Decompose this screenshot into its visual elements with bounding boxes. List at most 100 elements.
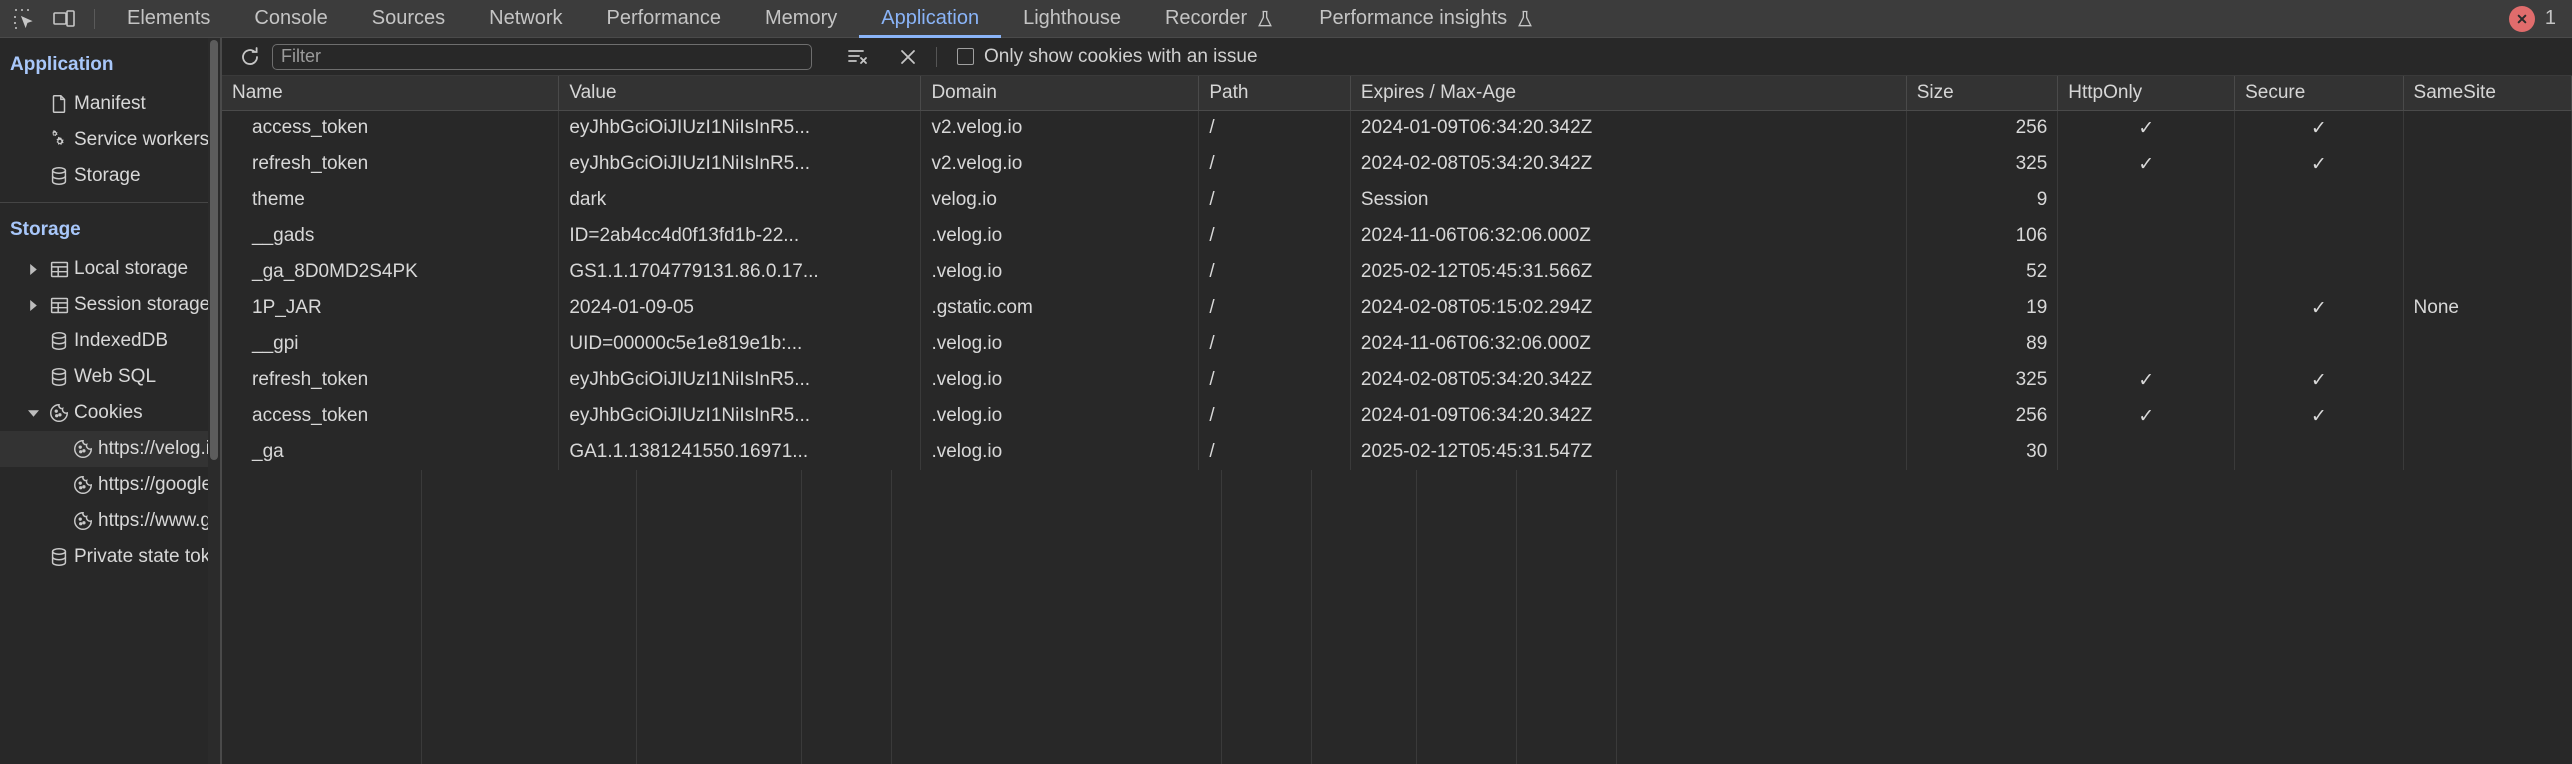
table-row[interactable]: _ga_8D0MD2S4PK GS1.1.1704779131.86.0.17.… — [222, 254, 2572, 290]
cell-expires: Session — [1350, 182, 1907, 218]
table-row[interactable]: theme dark velog.io / Session 9 — [222, 182, 2572, 218]
tab-memory[interactable]: Memory — [743, 0, 859, 38]
database-icon — [44, 330, 74, 352]
filter-input[interactable] — [272, 43, 812, 70]
sidebar-item-cookie-googleads[interactable]: ▶ https://googleads.g. — [0, 467, 220, 503]
cell-httponly — [2057, 434, 2236, 470]
column-header-samesite[interactable]: SameSite — [2403, 76, 2572, 111]
table-row[interactable]: refresh_token eyJhbGciOiJIUzI1NiIsInR5..… — [222, 362, 2572, 398]
sidebar-item-storage[interactable]: ▶ Storage — [0, 158, 220, 194]
cell-secure: ✓ — [2234, 398, 2404, 434]
tab-label: Elements — [127, 7, 211, 29]
cell-httponly: ✓ — [2057, 362, 2236, 398]
sidebar-scrollbar[interactable] — [208, 38, 220, 764]
cell-size: 9 — [1906, 182, 2059, 218]
sidebar-item-web-sql[interactable]: ▶ Web SQL — [0, 359, 220, 395]
column-header-secure[interactable]: Secure — [2234, 76, 2404, 111]
sidebar-item-label: Private state tokens — [74, 546, 220, 567]
sidebar-item-private-state-tokens[interactable]: ▶ Private state tokens — [0, 539, 220, 575]
cell-size: 256 — [1906, 110, 2059, 146]
cell-size: 106 — [1906, 218, 2059, 254]
cell-name: access_token — [222, 110, 560, 146]
clear-filtered-icon[interactable] — [840, 41, 876, 73]
tab-network[interactable]: Network — [467, 0, 584, 38]
table-row[interactable]: _ga GA1.1.1381241550.16971... .velog.io … — [222, 434, 2572, 470]
inspect-element-icon[interactable] — [4, 0, 44, 38]
chevron-down-icon[interactable] — [22, 408, 44, 419]
device-toolbar-icon[interactable] — [44, 0, 84, 38]
sidebar-item-label: https://googleads.g. — [98, 474, 220, 495]
checkbox-box[interactable] — [957, 48, 974, 65]
sidebar-scrollbar-thumb[interactable] — [210, 40, 218, 460]
only-show-issue-cookies-checkbox[interactable]: Only show cookies with an issue — [957, 46, 1258, 68]
tab-console[interactable]: Console — [232, 0, 349, 38]
cell-expires: 2024-01-09T06:34:20.342Z — [1350, 398, 1907, 434]
sidebar-item-session-storage[interactable]: Session storage — [0, 287, 220, 323]
database-icon — [44, 546, 74, 568]
sidebar-section-storage-title: Storage — [10, 219, 81, 240]
cell-name: refresh_token — [222, 146, 560, 182]
only-show-issue-cookies-label: Only show cookies with an issue — [984, 45, 1258, 67]
tabbar-status-area: 1 — [2508, 5, 2572, 32]
sidebar-item-cookie-velog[interactable]: ▶ https://velog.io — [0, 431, 220, 467]
sidebar-item-cookies[interactable]: Cookies — [0, 395, 220, 431]
table-row[interactable]: refresh_token eyJhbGciOiJIUzI1NiIsInR5..… — [222, 146, 2572, 182]
tab-performance[interactable]: Performance — [585, 0, 744, 38]
sidebar-item-manifest[interactable]: ▶ Manifest — [0, 86, 220, 122]
table-row[interactable]: __gads ID=2ab4cc4d0f13fd1b-22... .velog.… — [222, 218, 2572, 254]
gears-icon — [44, 129, 74, 151]
sidebar-item-label: Web SQL — [74, 366, 157, 387]
tab-lighthouse[interactable]: Lighthouse — [1001, 0, 1143, 38]
cell-httponly: ✓ — [2057, 398, 2236, 434]
cell-name: theme — [222, 182, 560, 218]
cell-value: ID=2ab4cc4d0f13fd1b-22... — [558, 218, 922, 254]
column-header-value[interactable]: Value — [558, 76, 922, 111]
error-icon[interactable] — [2508, 5, 2535, 32]
cell-value: eyJhbGciOiJIUzI1NiIsInR5... — [558, 146, 922, 182]
tab-sources[interactable]: Sources — [350, 0, 467, 38]
table-row[interactable]: access_token eyJhbGciOiJIUzI1NiIsInR5...… — [222, 398, 2572, 434]
column-header-expires[interactable]: Expires / Max-Age — [1350, 76, 1907, 111]
cell-samesite: None — [2403, 290, 2572, 326]
tab-application[interactable]: Application — [859, 0, 1001, 38]
tab-performance-insights[interactable]: Performance insights — [1297, 0, 1557, 38]
column-header-name[interactable]: Name — [222, 76, 560, 111]
clear-all-cookies-icon[interactable] — [890, 41, 926, 73]
cell-value: UID=00000c5e1e819e1b:... — [558, 326, 922, 362]
cell-value: eyJhbGciOiJIUzI1NiIsInR5... — [558, 398, 922, 434]
cell-domain: velog.io — [920, 182, 1200, 218]
sidebar-section-application-title: Application — [10, 54, 114, 75]
cookie-icon — [68, 438, 98, 460]
table-row[interactable]: 1P_JAR 2024-01-09-05 .gstatic.com / 2024… — [222, 290, 2572, 326]
cell-secure — [2234, 182, 2404, 218]
cookies-table-body: access_token eyJhbGciOiJIUzI1NiIsInR5...… — [222, 110, 2572, 470]
chevron-right-icon[interactable] — [22, 299, 44, 311]
cell-httponly — [2057, 254, 2236, 290]
tab-elements[interactable]: Elements — [105, 0, 232, 38]
column-header-path[interactable]: Path — [1198, 76, 1351, 111]
cell-size: 325 — [1906, 146, 2059, 182]
cell-name: 1P_JAR — [222, 290, 560, 326]
tab-recorder[interactable]: Recorder — [1143, 0, 1297, 38]
error-count: 1 — [2544, 7, 2556, 29]
cell-path: / — [1198, 398, 1351, 434]
tabbar-divider — [94, 8, 95, 29]
table-row[interactable]: access_token eyJhbGciOiJIUzI1NiIsInR5...… — [222, 110, 2572, 146]
sidebar-item-label: IndexedDB — [74, 330, 169, 351]
cell-path: / — [1198, 146, 1351, 182]
sidebar-item-indexeddb[interactable]: ▶ IndexedDB — [0, 323, 220, 359]
refresh-icon[interactable] — [232, 41, 268, 73]
sidebar-item-service-workers[interactable]: ▶ Service workers — [0, 122, 220, 158]
cell-name: __gpi — [222, 326, 560, 362]
chevron-right-icon[interactable] — [22, 263, 44, 275]
column-header-httponly[interactable]: HttpOnly — [2057, 76, 2236, 111]
column-header-size[interactable]: Size — [1906, 76, 2059, 111]
cell-path: / — [1198, 182, 1351, 218]
tab-label: Performance — [606, 7, 722, 29]
table-row[interactable]: __gpi UID=00000c5e1e819e1b:... .velog.io… — [222, 326, 2572, 362]
column-header-domain[interactable]: Domain — [920, 76, 1200, 111]
sidebar-item-local-storage[interactable]: Local storage — [0, 251, 220, 287]
devtools-tabbar: Elements Console Sources Network Perform… — [0, 0, 2572, 38]
cookies-toolbar: Only show cookies with an issue — [222, 38, 2572, 76]
sidebar-item-cookie-google[interactable]: ▶ https://www.google — [0, 503, 220, 539]
